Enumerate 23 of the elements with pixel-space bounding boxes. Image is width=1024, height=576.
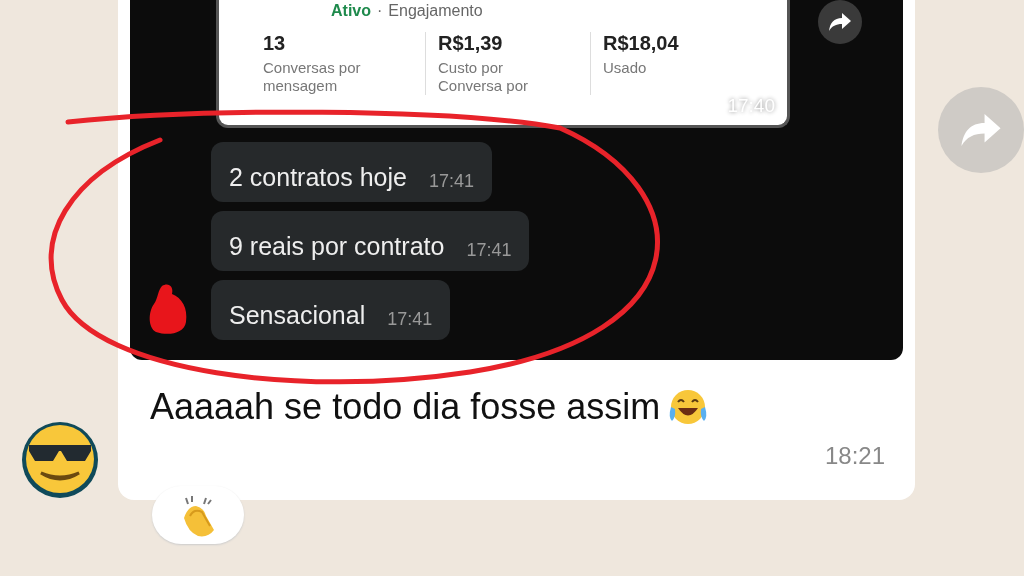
metric-value: 13 xyxy=(263,32,287,55)
share-arrow-icon xyxy=(961,114,1001,146)
metric-label: Custo por Conversa por xyxy=(438,59,530,95)
share-arrow-icon xyxy=(829,13,851,31)
reaction-button[interactable] xyxy=(152,486,244,544)
metric-label: Usado xyxy=(603,59,648,77)
metric-label: Conversas por mensagem xyxy=(263,59,362,95)
forward-button[interactable] xyxy=(818,0,862,44)
message-text: Aaaaah se todo dia fosse assim xyxy=(150,386,661,428)
message-text: 9 reais por contrato xyxy=(229,232,445,261)
timestamp: 17:41 xyxy=(387,309,433,330)
timestamp: 17:41 xyxy=(428,171,474,192)
metric-value: R$1,39 xyxy=(438,32,504,55)
separator-dot: · xyxy=(377,2,383,20)
timestamp: 18:21 xyxy=(824,442,885,470)
category-label: Engajamento xyxy=(388,2,483,20)
message-text: Sensacional xyxy=(229,301,366,330)
sunglasses-face-icon xyxy=(21,421,99,499)
message-text: 2 contratos hoje xyxy=(229,163,407,192)
status-label: Ativo xyxy=(331,2,371,20)
metric-value: R$18,04 xyxy=(603,32,680,55)
laughing-face-icon xyxy=(668,387,709,427)
timestamp: 17:41 xyxy=(466,240,512,261)
